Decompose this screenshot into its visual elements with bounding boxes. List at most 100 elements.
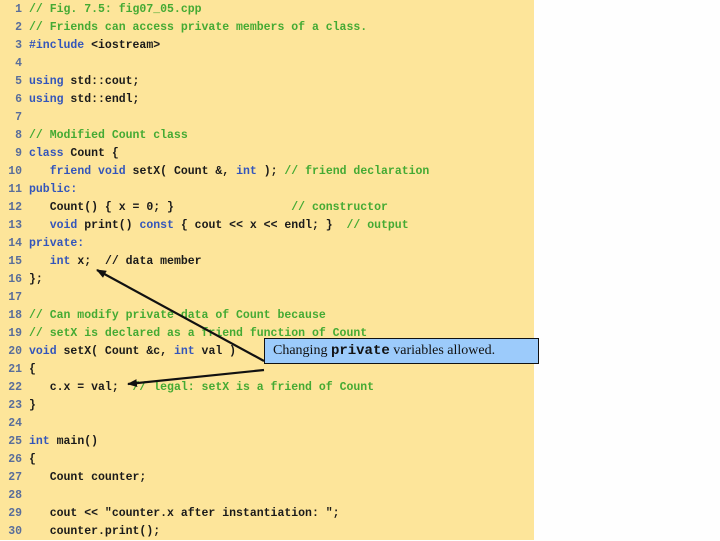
line-number: 10: [8, 165, 22, 178]
code-keyword: using: [29, 93, 64, 106]
callout-box: Changing private variables allowed.: [264, 338, 539, 364]
code-comment: // output: [346, 219, 409, 232]
code-line: 5 using std::cout;: [0, 73, 139, 91]
code-comment: // friend declaration: [284, 165, 430, 178]
code-keyword: class: [29, 147, 64, 160]
code-comment: // Can modify private data of Count beca…: [29, 309, 326, 322]
code-text: main(): [49, 435, 99, 448]
line-number: 21: [8, 363, 22, 376]
code-line: 25 int main(): [0, 433, 98, 451]
code-text: Count() { x = 0; }: [29, 201, 292, 214]
code-line: 28: [0, 487, 29, 505]
line-number: 3: [15, 39, 22, 52]
code-text: { cout << x << endl; }: [173, 219, 347, 232]
code-text: Count {: [63, 147, 119, 160]
code-line: 27 Count counter;: [0, 469, 146, 487]
code-line: 9 class Count {: [0, 145, 119, 163]
code-line: 12 Count() { x = 0; } // constructor: [0, 199, 388, 217]
code-line: 17: [0, 289, 29, 307]
code-line: 13 void print() const { cout << x << end…: [0, 217, 409, 235]
code-text: };: [29, 273, 43, 286]
code-line: 23}: [0, 397, 36, 415]
code-line: 1 // Fig. 7.5: fig07_05.cpp: [0, 1, 202, 19]
code-line: 6 using std::endl;: [0, 91, 139, 109]
code-line: 21 {: [0, 361, 36, 379]
code-keyword: int: [236, 165, 257, 178]
line-number: 11: [8, 183, 22, 196]
line-number: 17: [8, 291, 22, 304]
callout-text-after: variables allowed.: [389, 343, 496, 358]
line-number: 23: [8, 399, 22, 412]
code-line: 4: [0, 55, 29, 73]
code-text: {: [29, 363, 36, 376]
code-keyword: void: [29, 345, 57, 358]
code-keyword: void: [49, 219, 78, 232]
code-text: val ): [194, 345, 237, 358]
line-number: 15: [8, 255, 22, 268]
code-line: 24: [0, 415, 29, 433]
code-line: 16};: [0, 271, 43, 289]
code-text: <iostream>: [84, 39, 161, 52]
code-line: 15 int x; // data member: [0, 253, 201, 271]
code-keyword: int: [29, 435, 50, 448]
code-line: 22 c.x = val; // legal: setX is a friend…: [0, 379, 374, 397]
code-text: {: [29, 453, 36, 466]
code-text: setX( Count &c,: [56, 345, 174, 358]
line-number: 14: [8, 237, 22, 250]
code-text: setX( Count &,: [125, 165, 237, 178]
code-comment: // constructor: [291, 201, 388, 214]
line-number: 24: [8, 417, 22, 430]
code-text: std::endl;: [63, 93, 140, 106]
line-number: 20: [8, 345, 22, 358]
code-comment: // Fig. 7.5: fig07_05.cpp: [29, 3, 202, 16]
line-number: 26: [8, 453, 22, 466]
line-number: 18: [8, 309, 22, 322]
line-number: 25: [8, 435, 22, 448]
code-line: 3 #include <iostream>: [0, 37, 160, 55]
code-text: counter.print();: [29, 525, 161, 538]
code-keyword: public:: [29, 183, 78, 196]
code-keyword: using: [29, 75, 64, 88]
line-number: 8: [15, 129, 22, 142]
line-number: 5: [15, 75, 22, 88]
code-line: 20 void setX( Count &c, int val ): [0, 343, 236, 361]
code-keyword: int: [173, 345, 195, 358]
callout-text-before: Changing: [273, 343, 331, 358]
code-line: 30 counter.print();: [0, 523, 160, 541]
line-number: 16: [8, 273, 22, 286]
code-text: c.x = val;: [29, 381, 133, 394]
code-line: 8 // Modified Count class: [0, 127, 188, 145]
line-number: 9: [15, 147, 22, 160]
line-number: 30: [8, 525, 22, 538]
callout-keyword: private: [330, 343, 390, 359]
code-line: 2 // Friends can access private members o…: [0, 19, 367, 37]
code-line: 14 private:: [0, 235, 84, 253]
code-comment: // Modified Count class: [29, 129, 188, 142]
line-number: 29: [8, 507, 22, 520]
code-keyword: friend: [49, 165, 92, 178]
code-keyword: const: [139, 219, 174, 232]
code-keyword: #include: [29, 39, 85, 52]
code-comment: // Friends can access private members of…: [29, 21, 368, 34]
line-number: 22: [8, 381, 22, 394]
code-line: 29 cout << "counter.x after instantiatio…: [0, 505, 339, 523]
line-number: 12: [8, 201, 22, 214]
code-text: }: [29, 399, 36, 412]
line-number: 7: [15, 111, 22, 124]
line-number: 27: [8, 471, 22, 484]
code-keyword: void: [98, 165, 126, 178]
code-keyword: int: [49, 255, 71, 268]
code-text: );: [256, 165, 285, 178]
line-number: 13: [8, 219, 22, 232]
line-number: 1: [15, 3, 22, 16]
code-text: print(): [77, 219, 140, 232]
code-text: Count counter;: [29, 471, 147, 484]
code-keyword: private:: [29, 237, 85, 250]
line-number: 6: [15, 93, 22, 106]
code-line: 11 public:: [0, 181, 77, 199]
code-text: std::cout;: [63, 75, 140, 88]
code-line: 26 {: [0, 451, 36, 469]
